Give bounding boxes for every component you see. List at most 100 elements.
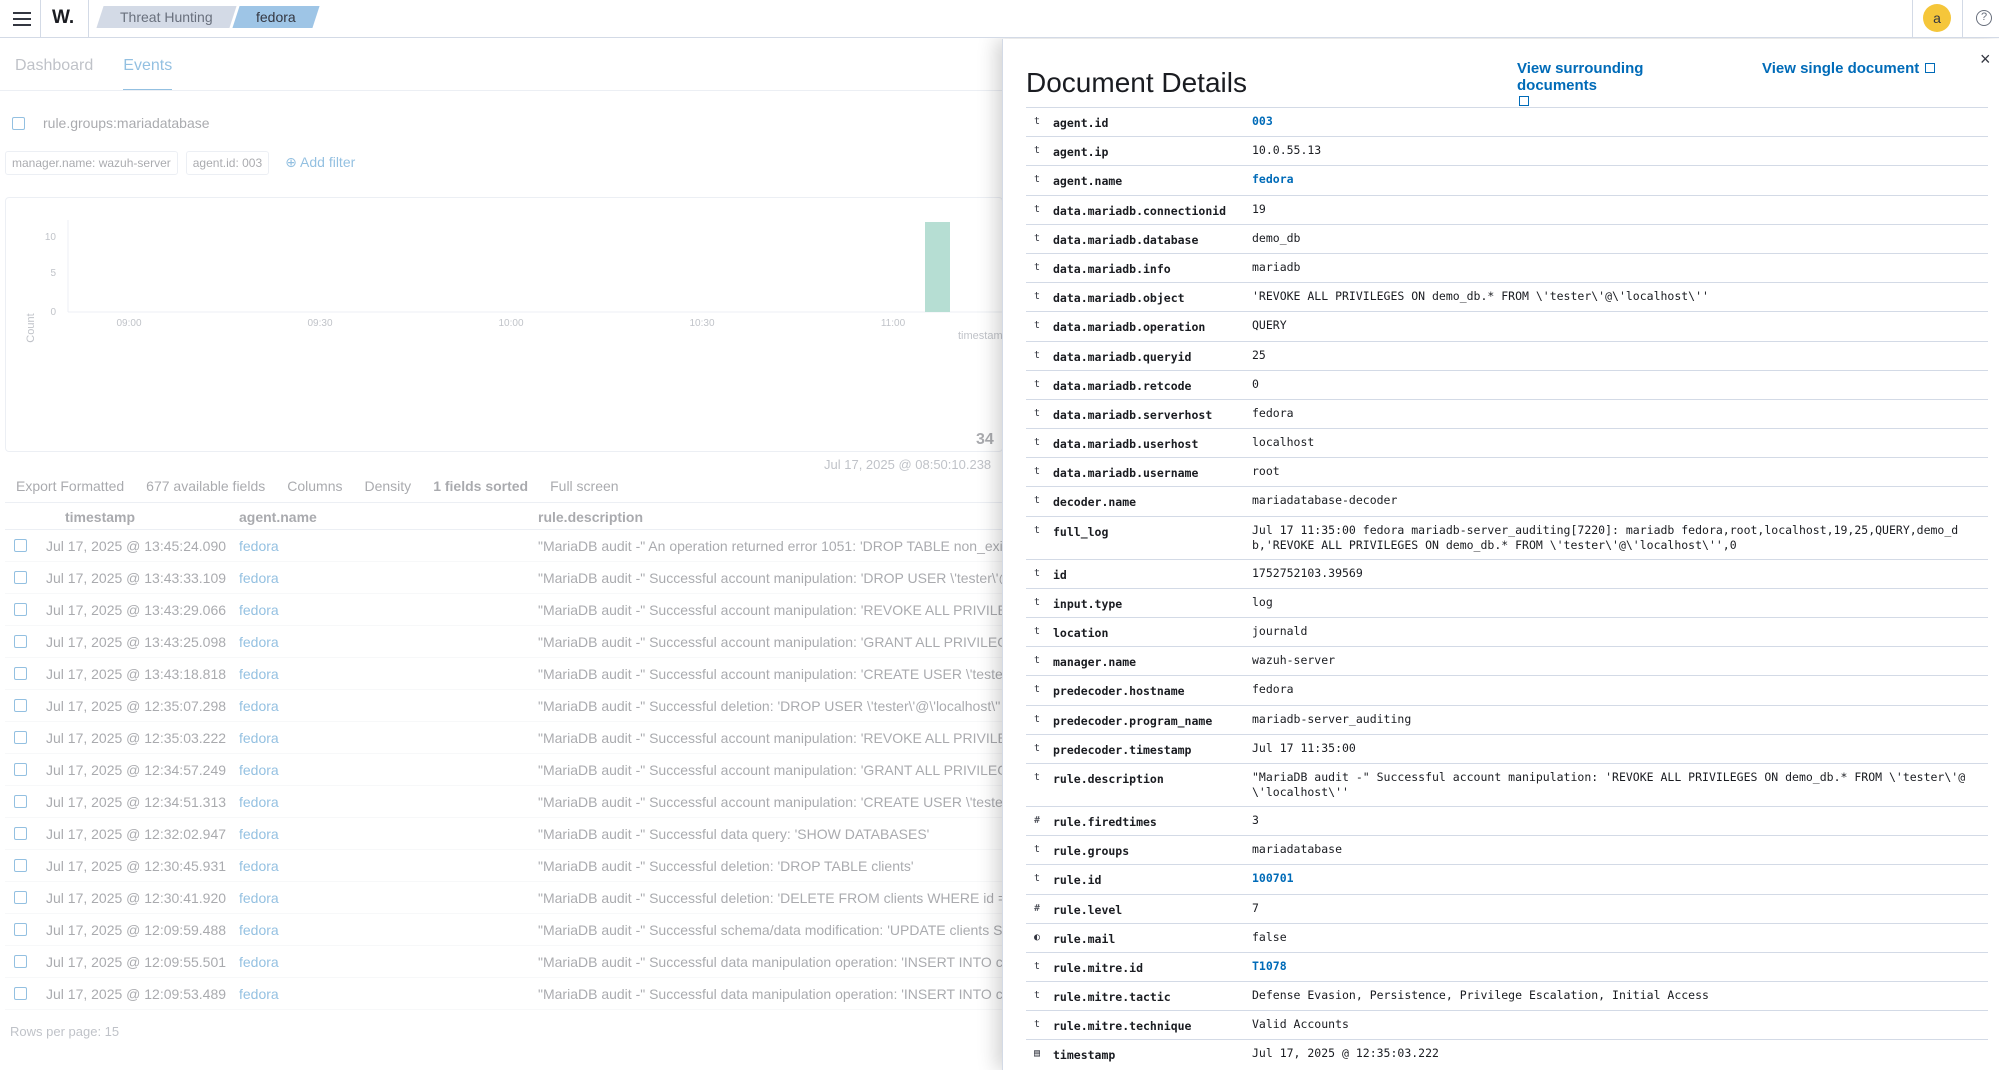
avatar[interactable]: a bbox=[1923, 4, 1951, 32]
table-row[interactable]: Jul 17, 2025 @ 12:30:41.920 fedora "MariaD… bbox=[5, 882, 1003, 914]
row-rule-description: "MariaDB audit -" Successful data manipu… bbox=[538, 954, 1003, 970]
field-type-icon: t bbox=[1033, 626, 1041, 637]
field-name: data.mariadb.username bbox=[1053, 466, 1199, 481]
row-agent-name[interactable]: fedora bbox=[239, 666, 279, 682]
add-filter-button[interactable]: ⊕ Add filter bbox=[277, 151, 363, 175]
table-row[interactable]: Jul 17, 2025 @ 12:35:03.222 fedora "MariaD… bbox=[5, 722, 1003, 754]
histogram-chart: Count 10 5 0 09:00 09:30 10:00 10:30 11:… bbox=[25, 220, 1003, 343]
expand-document-icon[interactable] bbox=[14, 891, 27, 904]
tab-events[interactable]: Events bbox=[123, 57, 173, 91]
row-agent-name[interactable]: fedora bbox=[239, 922, 279, 938]
table-row[interactable]: Jul 17, 2025 @ 13:43:33.109 fedora "MariaD… bbox=[5, 562, 1003, 594]
expand-document-icon[interactable] bbox=[14, 699, 27, 712]
filter-bar: manager.name: wazuh-server agent.id: 003… bbox=[5, 151, 363, 175]
events-page-background: Dashboard Events rule.groups:mariadataba… bbox=[0, 39, 1003, 1070]
x-tick: 09:00 bbox=[116, 318, 141, 329]
field-value[interactable]: 100701 bbox=[1252, 865, 1988, 892]
expand-document-icon[interactable] bbox=[14, 571, 27, 584]
field-type-icon: # bbox=[1033, 814, 1041, 826]
tab-dashboard[interactable]: Dashboard bbox=[15, 57, 93, 91]
row-agent-name[interactable]: fedora bbox=[239, 602, 279, 618]
table-row[interactable]: Jul 17, 2025 @ 12:34:57.249 fedora "MariaD… bbox=[5, 754, 1003, 786]
query-bar[interactable]: rule.groups:mariadatabase bbox=[12, 115, 210, 131]
rows-per-page-select[interactable]: Rows per page: 15 bbox=[10, 1024, 119, 1039]
expand-document-icon[interactable] bbox=[14, 795, 27, 808]
expand-document-icon[interactable] bbox=[14, 827, 27, 840]
row-agent-name[interactable]: fedora bbox=[239, 954, 279, 970]
sort-fields-button[interactable]: 1 fields sorted bbox=[433, 478, 528, 494]
close-icon[interactable]: × bbox=[1980, 49, 1991, 70]
filter-pill-manager[interactable]: manager.name: wazuh-server bbox=[5, 151, 178, 175]
query-text[interactable]: rule.groups:mariadatabase bbox=[43, 115, 210, 131]
table-row[interactable]: Jul 17, 2025 @ 12:32:02.947 fedora "MariaD… bbox=[5, 818, 1003, 850]
field-name: rule.mitre.technique bbox=[1053, 1019, 1192, 1034]
filter-pill-agent[interactable]: agent.id: 003 bbox=[185, 151, 270, 175]
table-row[interactable]: Jul 17, 2025 @ 12:34:51.313 fedora "MariaD… bbox=[5, 786, 1003, 818]
view-single-document-link[interactable]: View single document bbox=[1762, 60, 1936, 77]
help-icon[interactable]: ? bbox=[1976, 10, 1992, 26]
table-row[interactable]: Jul 17, 2025 @ 12:09:59.488 fedora "MariaD… bbox=[5, 914, 1003, 946]
saved-query-icon[interactable] bbox=[12, 117, 25, 130]
expand-document-icon[interactable] bbox=[14, 667, 27, 680]
table-row[interactable]: Jul 17, 2025 @ 12:09:53.489 fedora "MariaD… bbox=[5, 978, 1003, 1010]
breadcrumb-threat-hunting[interactable]: Threat Hunting bbox=[96, 6, 237, 28]
row-agent-name[interactable]: fedora bbox=[239, 538, 279, 554]
field-value[interactable]: T1078 bbox=[1252, 953, 1988, 980]
row-agent-name[interactable]: fedora bbox=[239, 794, 279, 810]
available-fields-button[interactable]: 677 available fields bbox=[146, 478, 265, 494]
row-agent-name[interactable]: fedora bbox=[239, 826, 279, 842]
table-row[interactable]: Jul 17, 2025 @ 13:43:18.818 fedora "MariaD… bbox=[5, 658, 1003, 690]
expand-document-icon[interactable] bbox=[14, 635, 27, 648]
table-row[interactable]: Jul 17, 2025 @ 13:45:24.090 fedora "MariaD… bbox=[5, 530, 1003, 562]
field-type-icon: t bbox=[1033, 1019, 1041, 1031]
row-agent-name[interactable]: fedora bbox=[239, 986, 279, 1002]
table-row[interactable]: Jul 17, 2025 @ 13:43:25.098 fedora "MariaD… bbox=[5, 626, 1003, 658]
columns-button[interactable]: Columns bbox=[287, 478, 342, 494]
histogram-bar[interactable] bbox=[925, 222, 950, 312]
row-rule-description: "MariaDB audit -" Successful account man… bbox=[538, 794, 1003, 810]
field-type-icon: # bbox=[1033, 902, 1041, 914]
menu-icon[interactable] bbox=[10, 7, 34, 31]
expand-document-icon[interactable] bbox=[14, 859, 27, 872]
x-tick: 09:30 bbox=[307, 318, 332, 329]
expand-document-icon[interactable] bbox=[14, 603, 27, 616]
field-type-icon: t bbox=[1033, 524, 1041, 536]
expand-document-icon[interactable] bbox=[14, 763, 27, 776]
row-agent-name[interactable]: fedora bbox=[239, 634, 279, 650]
full-screen-button[interactable]: Full screen bbox=[550, 478, 618, 494]
row-rule-description: "MariaDB audit -" Successful account man… bbox=[538, 570, 1003, 586]
breadcrumb-fedora[interactable]: fedora bbox=[232, 6, 320, 28]
app-logo[interactable]: W. bbox=[52, 7, 74, 29]
density-button[interactable]: Density bbox=[365, 478, 412, 494]
expand-document-icon[interactable] bbox=[14, 955, 27, 968]
field-value[interactable]: 003 bbox=[1252, 108, 1988, 135]
row-agent-name[interactable]: fedora bbox=[239, 762, 279, 778]
row-agent-name[interactable]: fedora bbox=[239, 698, 279, 714]
row-agent-name[interactable]: fedora bbox=[239, 890, 279, 906]
column-header-agent-name[interactable]: agent.name bbox=[239, 509, 317, 525]
row-agent-name[interactable]: fedora bbox=[239, 570, 279, 586]
column-header-rule-description[interactable]: rule.description bbox=[538, 509, 643, 525]
expand-document-icon[interactable] bbox=[14, 923, 27, 936]
view-surrounding-documents-link[interactable]: View surrounding documents bbox=[1517, 60, 1717, 106]
field-value[interactable]: fedora bbox=[1252, 166, 1988, 193]
expand-document-icon[interactable] bbox=[14, 731, 27, 744]
table-row[interactable]: Jul 17, 2025 @ 12:30:45.931 fedora "MariaD… bbox=[5, 850, 1003, 882]
field-value: mariadb bbox=[1252, 259, 1301, 274]
table-row[interactable]: Jul 17, 2025 @ 13:43:29.066 fedora "MariaD… bbox=[5, 594, 1003, 626]
field-row: t data.mariadb.retcode 0 bbox=[1026, 369, 1988, 399]
table-row[interactable]: Jul 17, 2025 @ 12:35:07.298 fedora "MariaD… bbox=[5, 690, 1003, 722]
field-value: 'REVOKE ALL PRIVILEGES ON demo_db.* FROM… bbox=[1252, 289, 1709, 304]
row-agent-name[interactable]: fedora bbox=[239, 858, 279, 874]
export-button[interactable]: Export Formatted bbox=[16, 478, 124, 494]
field-name: data.mariadb.userhost bbox=[1053, 437, 1199, 452]
y-tick: 5 bbox=[50, 268, 56, 279]
field-name: rule.mail bbox=[1053, 931, 1116, 946]
row-agent-name[interactable]: fedora bbox=[239, 730, 279, 746]
field-row: t data.mariadb.username root bbox=[1026, 457, 1988, 486]
column-header-timestamp[interactable]: timestamp bbox=[65, 509, 135, 525]
expand-document-icon[interactable] bbox=[14, 539, 27, 552]
expand-document-icon[interactable] bbox=[14, 987, 27, 1000]
table-row[interactable]: Jul 17, 2025 @ 12:09:55.501 fedora "MariaD… bbox=[5, 946, 1003, 978]
field-type-icon: t bbox=[1033, 771, 1041, 783]
